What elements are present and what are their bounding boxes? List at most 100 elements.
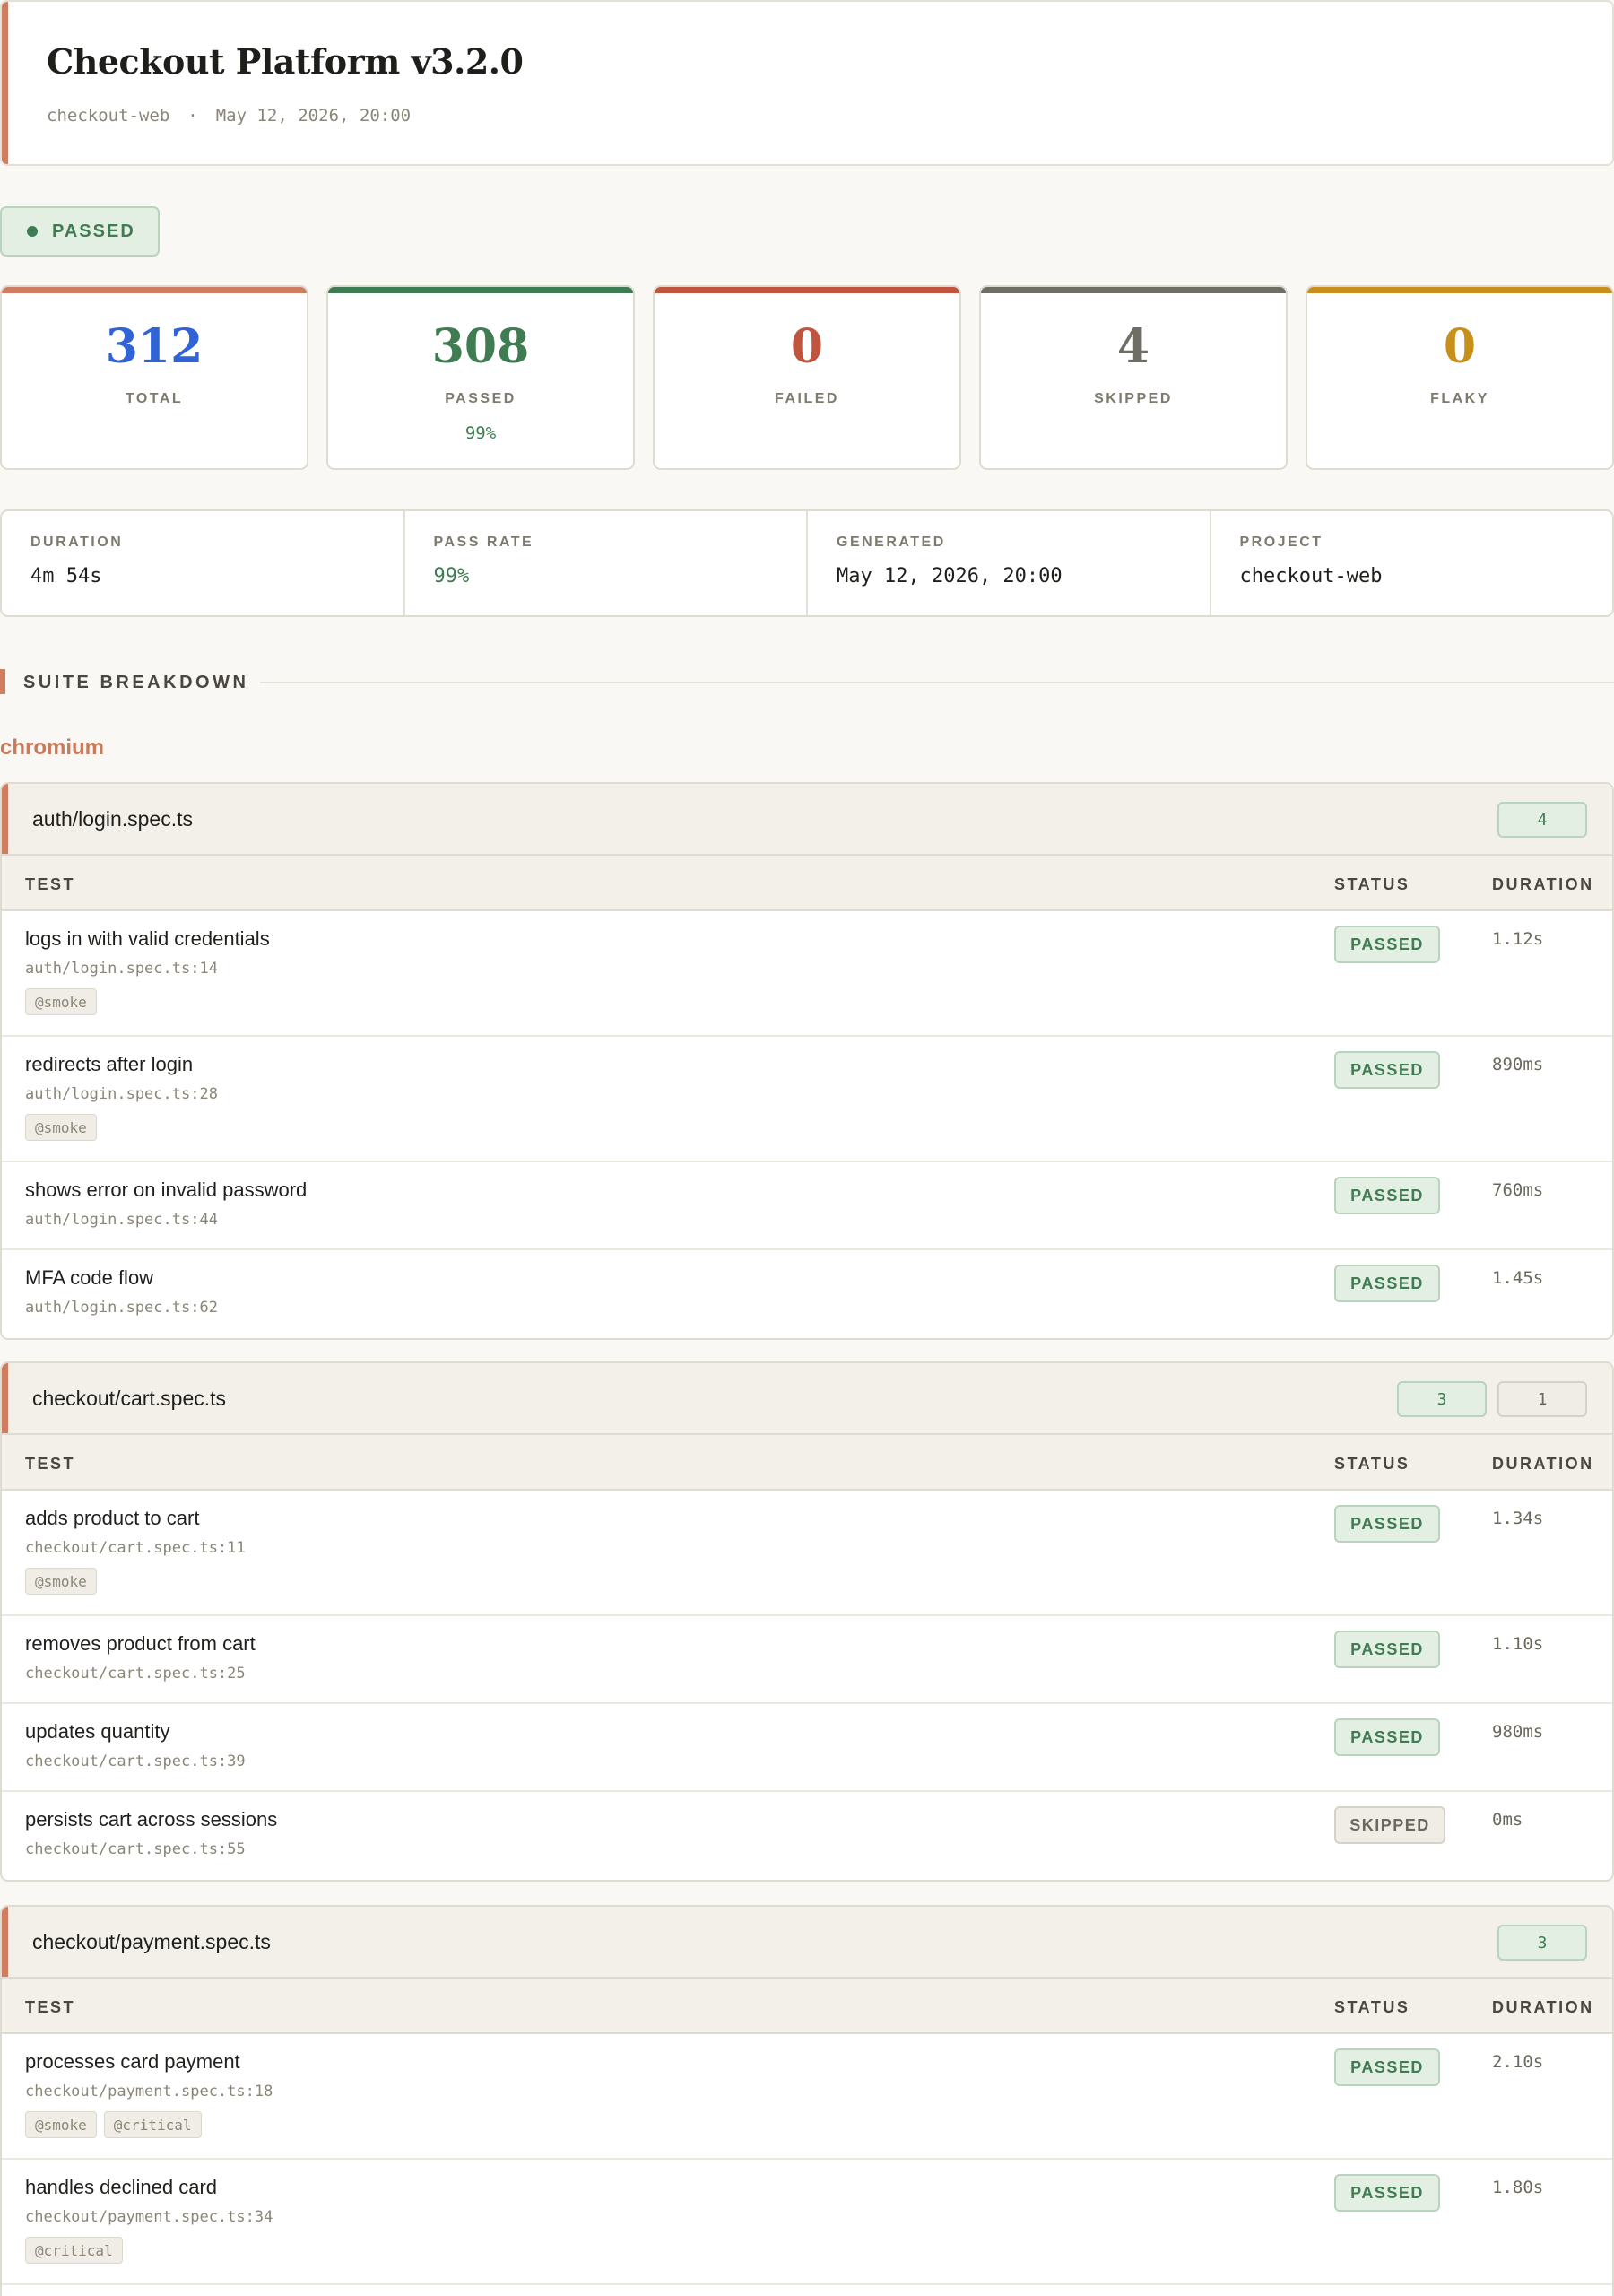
suite-header[interactable]: checkout/cart.spec.ts 3 1 [2,1363,1612,1435]
tag: @smoke [25,1568,97,1595]
header-meta: checkout-web · May 12, 2026, 20:00 [47,106,411,126]
column-header-status: STATUS [1334,875,1410,893]
suite-card: checkout/payment.spec.ts 3 TEST STATUS D… [0,1905,1614,2296]
stat-value: 312 [105,319,204,374]
test-location: checkout/cart.spec.ts:11 [25,1539,246,1557]
table-row[interactable]: redirects after login auth/login.spec.ts… [2,1037,1612,1162]
stat-accent-bar [328,287,633,293]
table-row[interactable]: persists cart across sessions checkout/c… [2,1792,1612,1880]
stat-label: PASSED [445,391,516,406]
section-title: SUITE BREAKDOWN [23,673,249,692]
stat-accent-bar [655,287,959,293]
stat-value: 0 [790,319,824,374]
report-header: Checkout Platform v3.2.0 checkout-web · Ma… [0,0,1614,166]
tag: @critical [25,2237,123,2264]
tag: @critical [103,2111,202,2138]
table-row[interactable]: removes product from cart checkout/cart.… [2,1616,1612,1704]
status-badge: PASSED [1334,1051,1440,1089]
stat-accent-bar [2,287,307,293]
suite-counts: 3 [1497,1925,1587,1961]
test-location: auth/login.spec.ts:28 [25,1085,218,1103]
header-project: checkout-web [47,106,170,126]
stat-card-total[interactable]: 312 TOTAL [0,285,308,470]
table-row[interactable]: adds product to cart checkout/cart.spec.… [2,1491,1612,1616]
table-row[interactable]: handles declined card checkout/payment.s… [2,2160,1612,2285]
test-name: logs in with valid credentials [25,927,270,950]
test-name: processes card payment [25,2050,240,2073]
passed-count-badge: 4 [1497,802,1587,838]
test-name: redirects after login [25,1053,194,1075]
test-duration: 890ms [1492,1055,1544,1074]
test-duration: 1.10s [1492,1634,1544,1654]
test-tags: @smoke [25,1568,97,1595]
stat-card-passed[interactable]: 308 PASSED 99% [326,285,635,470]
test-duration: 2.10s [1492,2052,1544,2072]
test-location: auth/login.spec.ts:62 [25,1299,218,1317]
suite-name: checkout/cart.spec.ts [32,1387,227,1410]
info-value: 99% [433,565,470,587]
info-value: checkout-web [1239,565,1383,587]
column-header-test: TEST [25,1455,76,1473]
test-location: checkout/cart.spec.ts:55 [25,1840,246,1858]
skipped-count-badge: 1 [1497,1381,1587,1417]
status-badge: PASSED [1334,1505,1440,1543]
stat-card-failed[interactable]: 0 FAILED [653,285,961,470]
status-badge: PASSED [1334,2048,1440,2086]
column-header-duration: DURATION [1492,1455,1594,1473]
info-duration: DURATION 4m 54s [2,511,405,615]
stat-label: SKIPPED [1094,391,1173,406]
suite-header[interactable]: auth/login.spec.ts 4 [2,784,1612,856]
test-name: MFA code flow [25,1266,154,1289]
status-badge: PASSED [1334,1631,1440,1668]
table-header: TEST STATUS DURATION [2,1435,1612,1491]
suite-counts: 4 [1497,802,1587,838]
status-badge: SKIPPED [1334,1806,1445,1844]
stat-label: FAILED [775,391,839,406]
status-badge: PASSED [1334,1718,1440,1756]
suite-card: checkout/cart.spec.ts 3 1 TEST STATUS DU… [0,1361,1614,1882]
table-row[interactable]: processes card payment checkout/payment.… [2,2034,1612,2160]
stat-subvalue: 99% [464,423,497,443]
page-title: Checkout Platform v3.2.0 [47,41,524,82]
test-tags: @smoke [25,988,97,1015]
info-value: 4m 54s [30,565,102,587]
test-name: removes product from cart [25,1632,256,1655]
table-row[interactable]: updates quantity checkout/cart.spec.ts:3… [2,1704,1612,1792]
table-header: TEST STATUS DURATION [2,856,1612,911]
test-name: handles declined card [25,2176,218,2198]
suite-card: auth/login.spec.ts 4 TEST STATUS DURATIO… [0,782,1614,1340]
test-duration: 0ms [1492,1810,1523,1830]
table-row[interactable]: shows error on invalid password auth/log… [2,1162,1612,1250]
column-header-test: TEST [25,1998,76,2016]
column-header-duration: DURATION [1492,875,1594,893]
stat-accent-bar [1307,287,1612,293]
test-duration: 1.45s [1492,1268,1544,1288]
run-status-badge: PASSED [0,206,160,257]
test-duration: 1.12s [1492,929,1544,949]
column-header-status: STATUS [1334,1998,1410,2016]
section-heading: SUITE BREAKDOWN [0,667,1614,696]
test-location: checkout/payment.spec.ts:34 [25,2208,273,2226]
stat-accent-bar [981,287,1286,293]
suite-header[interactable]: checkout/payment.spec.ts 3 [2,1907,1612,1979]
test-location: checkout/cart.spec.ts:25 [25,1665,246,1683]
stat-card-skipped[interactable]: 4 SKIPPED [979,285,1288,470]
test-duration: 1.34s [1492,1509,1544,1528]
status-badge: PASSED [1334,1177,1440,1214]
info-value: May 12, 2026, 20:00 [837,565,1063,587]
passed-count-badge: 3 [1497,1925,1587,1961]
info-label: PASS RATE [433,535,534,550]
table-row[interactable]: MFA code flow auth/login.spec.ts:62 PASS… [2,1250,1612,1338]
tag: @smoke [25,2111,97,2138]
table-header: TEST STATUS DURATION [2,1979,1612,2034]
info-label: GENERATED [837,535,946,550]
meta-separator: · [187,106,198,126]
test-location: checkout/cart.spec.ts:39 [25,1752,246,1770]
info-label: PROJECT [1239,535,1323,550]
stat-card-flaky[interactable]: 0 FLAKY [1306,285,1614,470]
header-timestamp: May 12, 2026, 20:00 [215,106,412,126]
info-pass-rate: PASS RATE 99% [405,511,808,615]
table-row[interactable]: logs in with valid credentials auth/logi… [2,911,1612,1037]
stat-value: 4 [1116,319,1150,374]
status-badge: PASSED [1334,2174,1440,2212]
